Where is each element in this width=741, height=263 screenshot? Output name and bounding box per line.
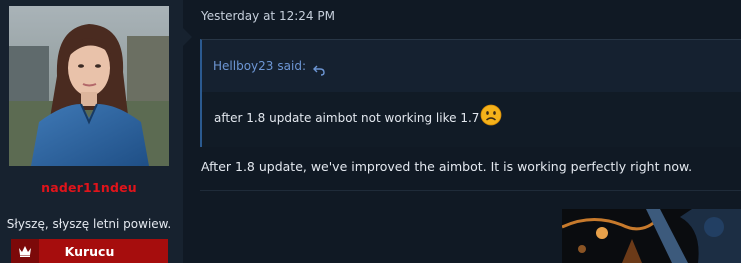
rank-label: Kurucu	[64, 243, 115, 259]
quote-author[interactable]: Hellboy23	[213, 59, 273, 73]
avatar-image	[9, 6, 169, 166]
attachment-image[interactable]	[562, 209, 741, 263]
user-sidebar: nader11ndeu Słyszę, słyszę letni powiew.…	[0, 0, 192, 263]
reply-arrow-icon[interactable]	[313, 61, 325, 76]
rank-badge: Kurucu	[11, 239, 168, 263]
avatar[interactable]	[9, 6, 169, 166]
crown-icon	[11, 239, 39, 263]
quote-said-label: said:	[277, 59, 307, 73]
reply-text: After 1.8 update, we've improved the aim…	[201, 159, 693, 174]
user-title: Słyszę, słyszę letni powiew.	[6, 217, 172, 231]
quote-header: Hellboy23 said:	[202, 40, 741, 92]
message-content: Yesterday at 12:24 PM Hellboy23 said: af…	[183, 0, 741, 263]
username[interactable]: nader11ndeu	[0, 180, 178, 195]
quote-block: Hellboy23 said: after 1.8 update aimbot …	[200, 39, 741, 147]
post-timestamp[interactable]: Yesterday at 12:24 PM	[201, 9, 335, 23]
divider	[200, 190, 741, 191]
quote-body: after 1.8 update aimbot not working like…	[214, 104, 502, 126]
frowning-face-emoji	[480, 104, 502, 126]
quote-text: after 1.8 update aimbot not working like…	[214, 111, 480, 125]
